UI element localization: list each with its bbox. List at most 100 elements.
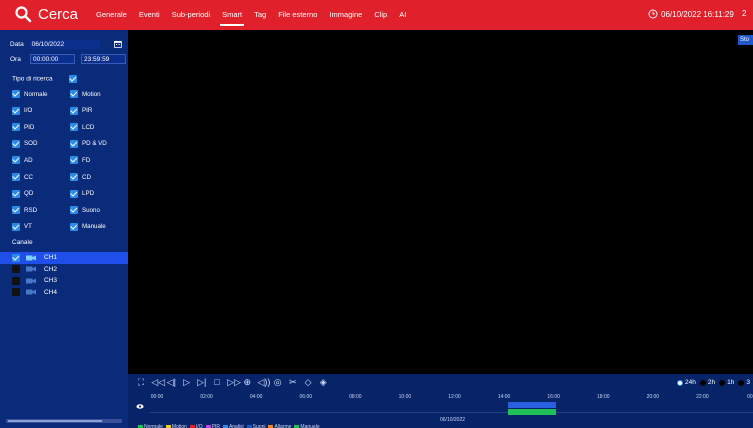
zoom-radio[interactable]: [677, 379, 683, 386]
legend-item: Suoni: [246, 424, 265, 428]
search-type-label: PIR: [82, 107, 93, 115]
camera-icon: [26, 289, 36, 295]
rewind-icon[interactable]: ◁◁: [151, 377, 165, 387]
checkbox[interactable]: [12, 173, 20, 181]
timeline-track[interactable]: [150, 412, 753, 413]
checkbox[interactable]: [12, 156, 20, 165]
search-type-item[interactable]: FD: [70, 156, 90, 165]
search-type-item[interactable]: RSD: [12, 206, 37, 215]
date-row: Data 06/10/2022: [10, 39, 122, 49]
search-type-item[interactable]: CD: [70, 173, 91, 181]
search-type-item[interactable]: LPD: [70, 189, 94, 198]
zoom-option-label[interactable]: 2h: [708, 379, 715, 386]
legend-label: Manuale: [300, 424, 320, 428]
tab-clip[interactable]: Clip: [368, 0, 393, 30]
checkbox[interactable]: [70, 123, 78, 132]
channel-checkbox[interactable]: [12, 265, 20, 274]
channel-row[interactable]: CH4: [12, 287, 128, 299]
tab-tag[interactable]: Tag: [248, 0, 272, 30]
checkbox[interactable]: [70, 222, 78, 231]
checkbox[interactable]: [70, 90, 78, 98]
timeline[interactable]: 00:00 02:00 04:00 06:00 08:00 10:00 12:00 14:00…: [128, 394, 753, 428]
zoom-radio[interactable]: [699, 379, 706, 386]
search-type-item[interactable]: VT: [12, 222, 32, 231]
fast-forward-icon[interactable]: ▷▷: [227, 377, 241, 387]
zoom-icon[interactable]: ⊕: [242, 377, 252, 387]
search-type-item[interactable]: PIR: [70, 106, 93, 115]
zoom-radio[interactable]: [719, 379, 726, 386]
checkbox[interactable]: [12, 123, 20, 132]
tab-sub-periodi[interactable]: Sub-periodi: [166, 0, 216, 30]
search-type-item[interactable]: LCD: [70, 123, 94, 132]
tab-generale[interactable]: Generale: [90, 0, 133, 30]
search-type-item[interactable]: AD: [12, 156, 33, 165]
tab-ai[interactable]: AI: [393, 0, 412, 30]
tag-add-icon[interactable]: ◈: [318, 377, 328, 387]
zoom-option-label[interactable]: 24h: [685, 379, 696, 386]
scrollbar-thumb[interactable]: [8, 420, 102, 422]
tab-eventi[interactable]: Eventi: [133, 0, 166, 30]
date-field[interactable]: 06/10/2022: [29, 39, 101, 49]
checkbox[interactable]: [12, 206, 20, 215]
tab-immagine[interactable]: Immagine: [323, 0, 368, 30]
recording-segment[interactable]: [508, 402, 556, 408]
search-type-item[interactable]: Suono: [70, 206, 100, 215]
checkbox[interactable]: [70, 173, 78, 181]
tab-smart[interactable]: Smart: [216, 0, 248, 30]
search-type-item[interactable]: PD & VD: [70, 139, 107, 148]
fullscreen-icon[interactable]: ⛶: [136, 377, 146, 387]
tag-icon[interactable]: ◇: [303, 377, 313, 387]
search-type-item[interactable]: I/O: [12, 106, 32, 115]
checkbox[interactable]: [70, 106, 78, 115]
checkbox[interactable]: [12, 222, 20, 231]
channel-checkbox[interactable]: [12, 276, 20, 285]
search-type-label: CC: [24, 173, 33, 181]
channel-checkbox[interactable]: [12, 288, 20, 297]
recording-segment[interactable]: [508, 409, 556, 415]
search-type-item[interactable]: CC: [12, 173, 33, 181]
search-type-item[interactable]: Normale: [12, 90, 47, 98]
checkbox[interactable]: [12, 106, 20, 115]
select-all-checkbox[interactable]: [69, 75, 78, 83]
channel-label: CH1: [44, 254, 58, 262]
zoom-option-label[interactable]: 1h: [727, 379, 734, 386]
checkbox[interactable]: [70, 206, 78, 215]
clock-datetime: 06/10/2022 16:11:29: [661, 9, 734, 19]
play-icon[interactable]: ▷: [182, 377, 192, 387]
checkbox[interactable]: [70, 156, 78, 165]
zoom-option-label[interactable]: 3: [746, 379, 750, 386]
eye-icon[interactable]: [136, 404, 144, 409]
search-type-item[interactable]: PID: [12, 123, 34, 132]
zoom-radio[interactable]: [738, 379, 745, 386]
reverse-play-icon[interactable]: ◁|: [166, 377, 176, 387]
audio-icon[interactable]: ◁)): [258, 377, 271, 387]
search-type-label: AD: [24, 156, 33, 164]
clip-icon[interactable]: ✂: [288, 377, 298, 387]
search-type-item[interactable]: QD: [12, 189, 33, 198]
checkbox[interactable]: [12, 139, 20, 148]
tab-file-esterno[interactable]: File esterno: [272, 0, 323, 30]
time-end-field[interactable]: 23:59:59: [81, 54, 126, 64]
channel-checkbox[interactable]: [12, 253, 20, 262]
step-forward-icon[interactable]: ▷|: [197, 377, 207, 387]
stop-button[interactable]: Sto: [738, 35, 753, 45]
timeline-tick-label: 12:00: [448, 394, 461, 400]
checkbox[interactable]: [70, 139, 78, 148]
search-type-item[interactable]: SOD: [12, 139, 37, 148]
legend-label: Analisi: [228, 424, 244, 428]
video-playback-area[interactable]: [128, 30, 753, 374]
checkbox[interactable]: [12, 90, 20, 98]
channel-row[interactable]: CH1: [0, 252, 128, 264]
channel-row[interactable]: CH3: [12, 275, 128, 287]
snapshot-icon[interactable]: ◎: [273, 377, 283, 387]
search-type-item[interactable]: Manuale: [70, 222, 106, 231]
sidebar-scrollbar[interactable]: [6, 419, 122, 423]
search-type-item[interactable]: Motion: [70, 90, 101, 98]
checkbox[interactable]: [12, 189, 20, 198]
search-type-label: VT: [24, 223, 32, 231]
calendar-icon[interactable]: [114, 40, 122, 48]
checkbox[interactable]: [70, 189, 78, 198]
stop-icon[interactable]: □: [212, 377, 222, 387]
channel-row[interactable]: CH2: [12, 264, 128, 276]
time-start-field[interactable]: 00:00:00: [30, 54, 75, 64]
